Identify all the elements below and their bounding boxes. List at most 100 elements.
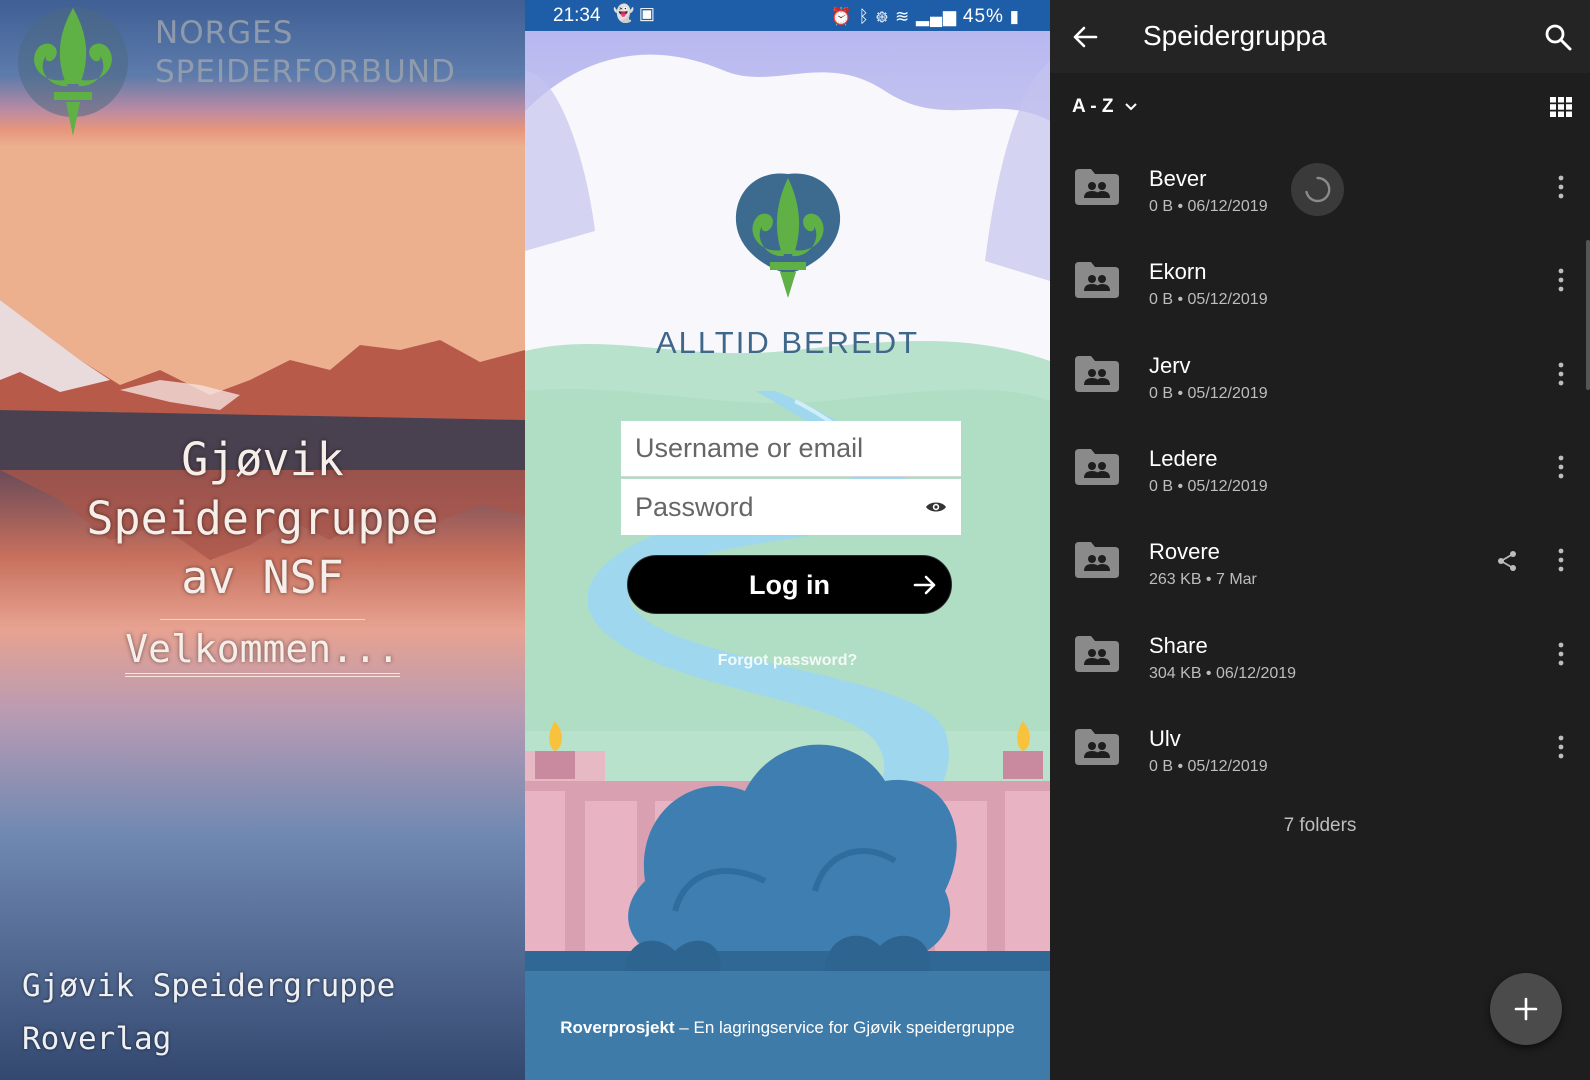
login-button-label: Log in [749, 570, 830, 600]
splash-footer: Gjøvik Speidergruppe Roverlag [22, 960, 395, 1066]
shared-folder-icon [1075, 262, 1119, 299]
share-icon[interactable] [1496, 550, 1518, 572]
shared-folder-icon [1075, 355, 1119, 392]
folder-name: Ledere [1149, 445, 1218, 471]
more-options-icon[interactable] [1558, 642, 1564, 666]
footer-description: – En lagringservice for Gjøvik speidergr… [674, 1018, 1015, 1037]
wifi-icon: ≋ [894, 7, 911, 26]
grid-view-icon[interactable] [1550, 97, 1572, 117]
meta-separator: • [1173, 198, 1188, 215]
folder-meta: 0 B • 05/12/2019 [1149, 478, 1268, 496]
org-line2: SPEIDERFORBUND [155, 54, 456, 90]
forgot-password-link[interactable]: Forgot password? [525, 652, 1050, 670]
folder-date: 06/12/2019 [1187, 198, 1268, 215]
footer-brand: Roverprosjekt [560, 1018, 675, 1037]
nsf-wordmark: NORGES SPEIDERFORBUND [155, 14, 456, 92]
more-options-icon[interactable] [1558, 362, 1564, 386]
password-input[interactable] [621, 479, 961, 535]
password-field[interactable] [621, 479, 961, 535]
folder-size: 304 KB [1149, 664, 1202, 682]
meta-separator: • [1173, 757, 1188, 775]
gallery-icon: ▣ [638, 4, 655, 23]
splash-title: Gjøvik Speidergruppe av NSF [0, 430, 525, 607]
spinner-icon [1305, 176, 1331, 203]
back-arrow-icon[interactable] [1072, 24, 1098, 50]
folder-row[interactable]: Jerv 0 B • 05/12/2019 [1050, 328, 1590, 421]
folder-date: 7 Mar [1215, 571, 1257, 589]
folder-row[interactable]: Share 304 KB • 06/12/2019 [1050, 608, 1590, 701]
more-options-icon[interactable] [1558, 735, 1564, 759]
meta-separator: • [1201, 571, 1216, 589]
org-line1: NORGES [155, 15, 294, 51]
screenshot-collage: NORGES SPEIDERFORBUND Gjøvik Speidergrup… [0, 0, 1590, 1080]
welcome-link[interactable]: Velkommen... [0, 624, 525, 677]
bluetooth-icon: ᛒ [858, 7, 870, 26]
app-bar: Speidergruppa [1050, 0, 1590, 73]
search-icon[interactable] [1544, 23, 1572, 51]
status-bar: 21:34 👻 ▣ ⏰ ᛒ ᪥ ≋ ▂▄▆ 45% ▮ [525, 0, 1050, 31]
signal-icon: ▂▄▆ [915, 7, 958, 26]
footer-line2: Roverlag [22, 1021, 172, 1057]
file-browser-screen: Speidergruppa A - Z Bever 0 B • 06/12/201… [1050, 0, 1590, 1080]
footer-line1: Gjøvik Speidergruppe [22, 968, 396, 1004]
more-options-icon[interactable] [1558, 268, 1564, 292]
username-input[interactable] [621, 421, 961, 476]
folder-date: 05/12/2019 [1187, 384, 1268, 402]
sort-label-text: A - Z [1072, 96, 1114, 117]
more-options-icon[interactable] [1558, 548, 1564, 572]
folder-row[interactable]: Ledere 0 B • 05/12/2019 [1050, 421, 1590, 514]
folder-name: Bever [1149, 166, 1207, 191]
shared-folder-icon [1075, 448, 1119, 485]
scout-emblem-logo [735, 173, 841, 298]
add-button[interactable] [1490, 973, 1562, 1045]
username-field[interactable] [621, 421, 961, 477]
login-footer: Roverprosjekt – En lagringservice for Gj… [525, 1018, 1050, 1038]
folder-name: Share [1149, 632, 1208, 658]
folder-name: Jerv [1149, 352, 1191, 378]
loading-spinner [1291, 163, 1344, 216]
nsf-logo [18, 7, 128, 136]
motto-text: ALLTID BEREDT [655, 325, 920, 360]
folder-size: 0 B [1149, 291, 1174, 309]
login-button[interactable]: Log in [627, 555, 952, 614]
plus-icon [1514, 997, 1538, 1021]
scrollbar[interactable] [1586, 240, 1590, 390]
folder-meta: 0 B • 06/12/2019 [1149, 198, 1268, 216]
welcome-text[interactable]: Velkommen... [125, 627, 400, 677]
folder-row[interactable]: Rovere 263 KB • 7 Mar [1050, 514, 1590, 607]
status-time: 21:34 [553, 5, 601, 26]
folder-size: 0 B [1149, 757, 1174, 775]
folder-date: 05/12/2019 [1187, 291, 1268, 309]
folder-name: Rovere [1149, 539, 1220, 565]
folder-row[interactable]: Ulv 0 B • 05/12/2019 [1050, 701, 1590, 794]
battery-percent: 45% [962, 6, 1004, 27]
folder-date: 05/12/2019 [1187, 477, 1268, 495]
sort-dropdown[interactable]: A - Z [1072, 96, 1137, 118]
more-options-icon[interactable] [1558, 175, 1564, 199]
folders-count: 7 folders [1283, 815, 1357, 836]
battery-icon: ▮ [1009, 7, 1020, 26]
folder-size: 263 KB [1149, 571, 1202, 589]
alarm-icon: ⏰ [830, 7, 853, 26]
folder-name: Ulv [1149, 725, 1181, 751]
eye-icon[interactable] [925, 500, 947, 514]
folder-meta: 0 B • 05/12/2019 [1149, 291, 1268, 309]
folder-row[interactable]: Bever 0 B • 06/12/2019 [1050, 141, 1590, 234]
shared-folder-icon [1075, 169, 1119, 205]
shared-folder-icon [1075, 635, 1119, 672]
splash-screen: NORGES SPEIDERFORBUND Gjøvik Speidergrup… [0, 0, 525, 1080]
folder-row[interactable]: Ekorn 0 B • 05/12/2019 [1050, 234, 1590, 327]
folder-meta: 0 B • 05/12/2019 [1149, 385, 1268, 403]
more-options-icon[interactable] [1558, 455, 1564, 479]
arrow-right-icon [913, 575, 936, 595]
title-divider [160, 619, 365, 620]
meta-separator: • [1173, 291, 1188, 309]
shared-folder-icon [1075, 728, 1119, 765]
shared-folder-icon [1075, 542, 1119, 579]
folder-size: 0 B [1149, 384, 1174, 402]
ghost-icon: 👻 [613, 4, 635, 23]
folder-date: 06/12/2019 [1215, 664, 1297, 682]
status-notification-icons: 👻 ▣ [613, 4, 655, 24]
folder-title: Speidergruppa [1143, 20, 1327, 51]
login-screen: 21:34 👻 ▣ ⏰ ᛒ ᪥ ≋ ▂▄▆ 45% ▮ ALLTID BERED… [525, 0, 1050, 1080]
